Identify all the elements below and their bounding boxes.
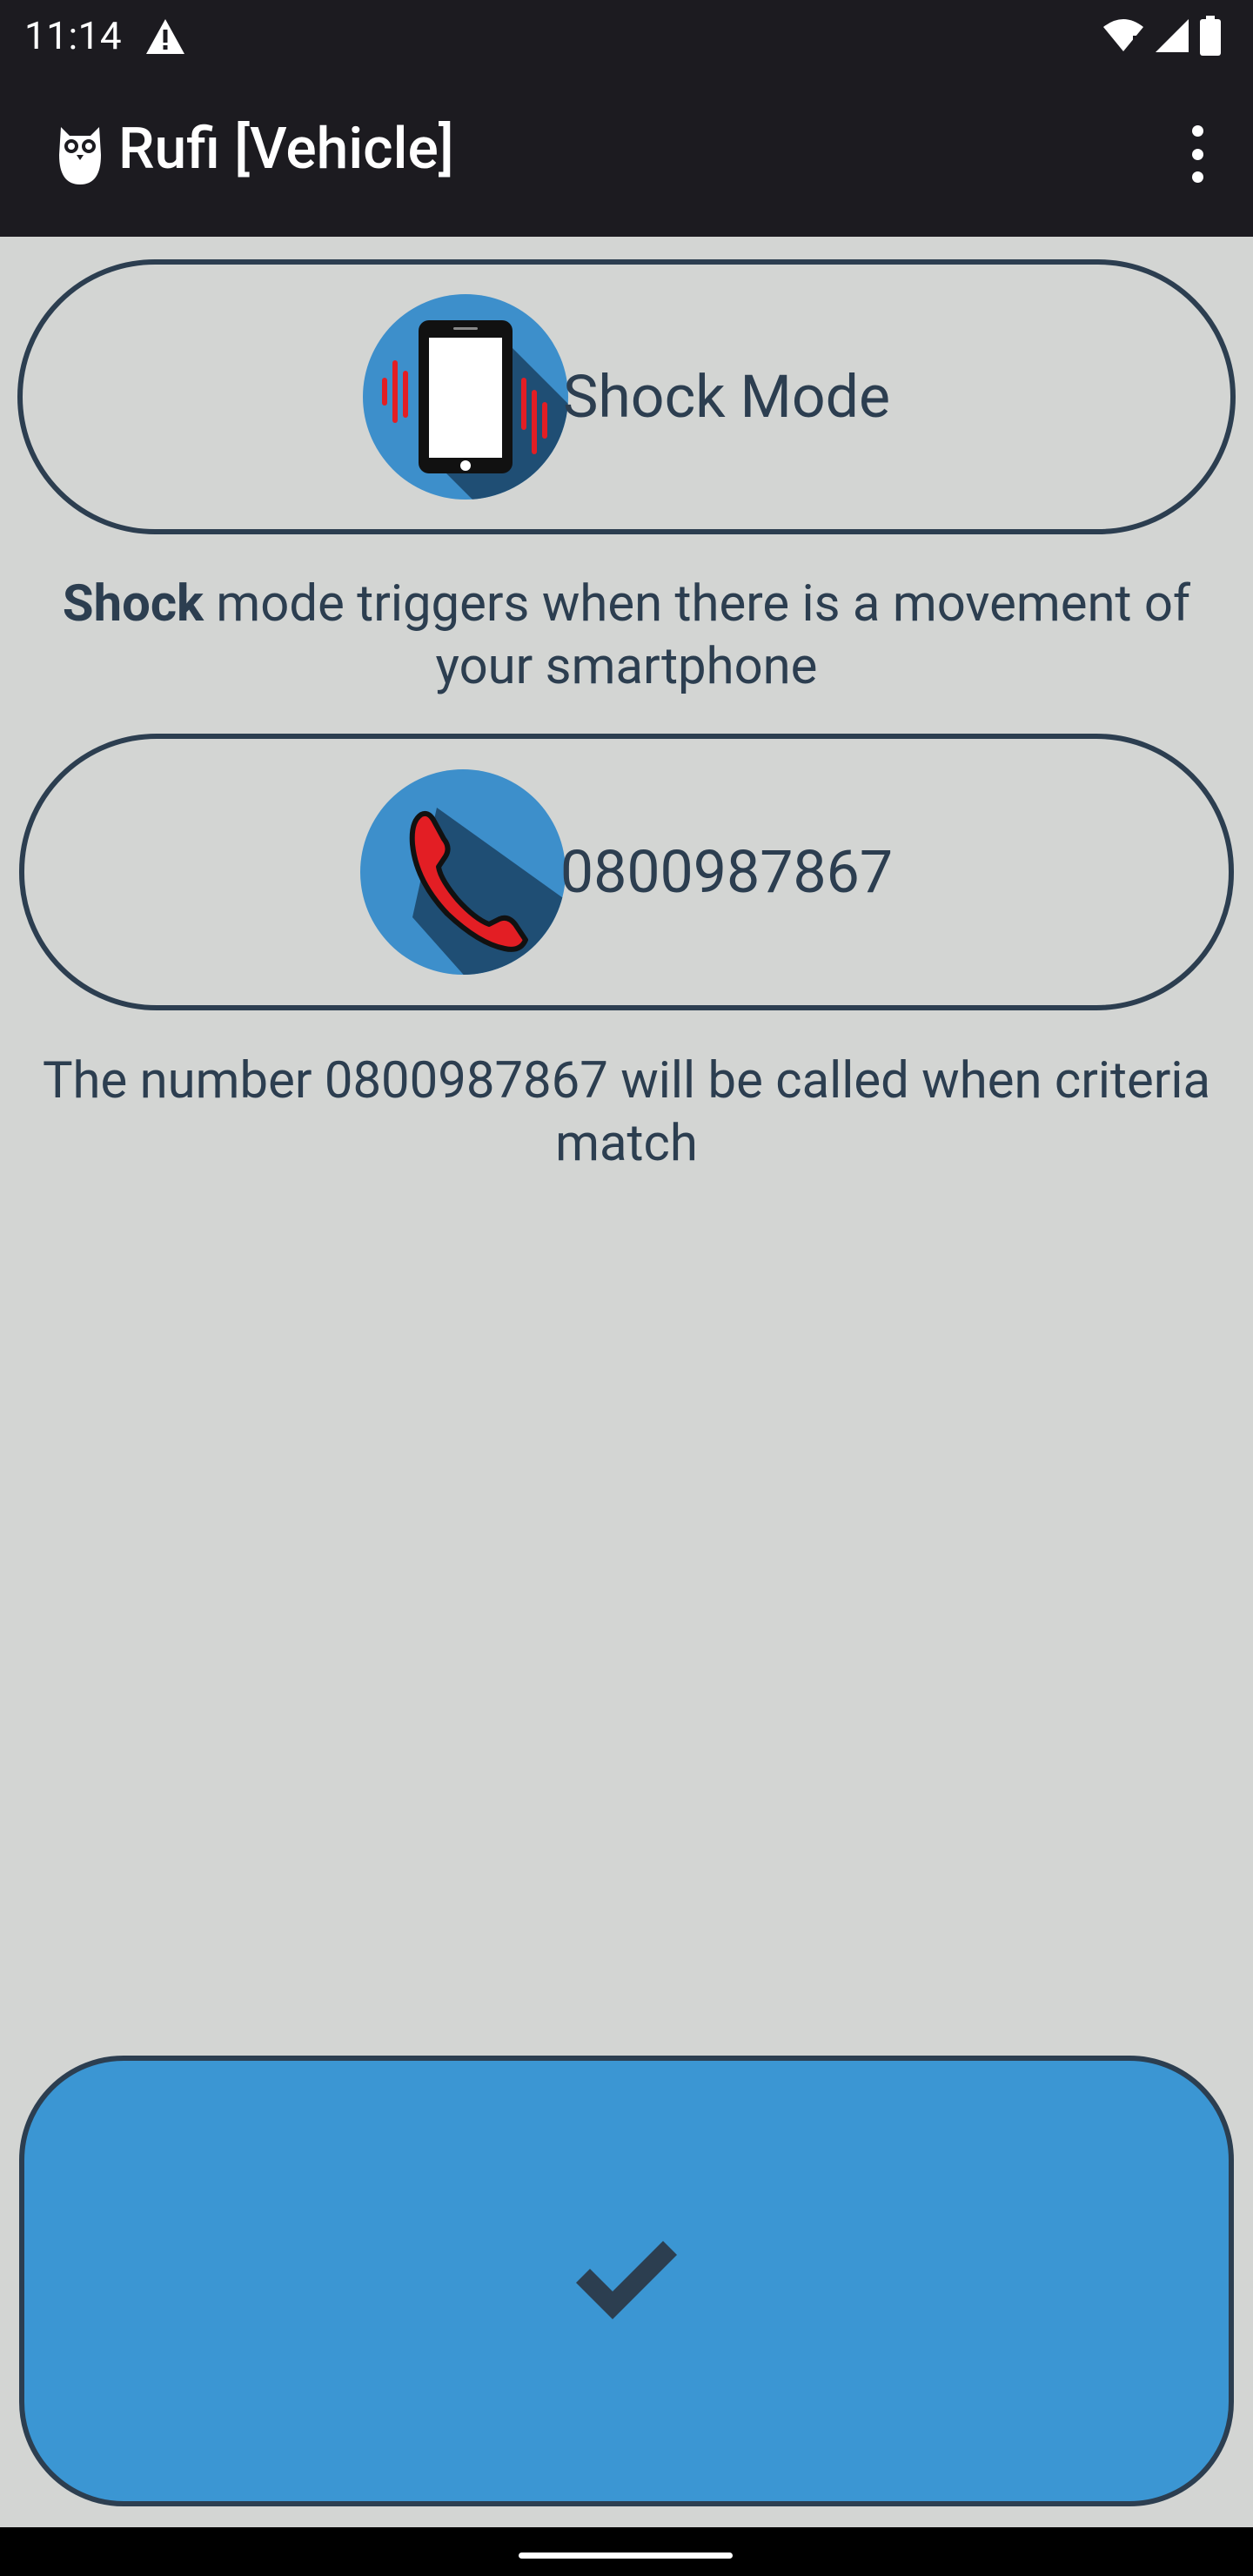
phone-number-content: 0800987867	[359, 769, 894, 975]
status-bar: 11:14	[0, 0, 1253, 71]
menu-dot	[1191, 148, 1203, 160]
checkmark-icon	[576, 2241, 677, 2319]
mode-label: Shock Mode	[562, 362, 891, 432]
status-icons	[1102, 14, 1222, 57]
menu-dot	[1191, 171, 1203, 183]
status-time: 11:14	[24, 13, 123, 58]
confirm-button[interactable]	[19, 2056, 1234, 2506]
app-bar: Rufi [Vehicle]	[0, 71, 1253, 237]
owl-icon	[59, 127, 101, 184]
home-gesture-handle[interactable]	[519, 2553, 733, 2559]
signal-icon	[1156, 19, 1189, 52]
alert-icon	[146, 19, 184, 54]
mode-description-bold: Shock	[62, 574, 204, 634]
menu-dot	[1191, 125, 1203, 137]
phone-description: The number 0800987867 will be called whe…	[42, 1051, 1211, 1173]
phone-number-label: 0800987867	[559, 837, 894, 907]
phone-number-button[interactable]: 0800987867	[19, 734, 1234, 1010]
app-title: Rufi [Vehicle]	[118, 116, 454, 183]
phone-call-icon	[359, 769, 566, 975]
navigation-bar	[0, 2527, 1253, 2576]
wifi-icon	[1103, 19, 1143, 51]
mode-selector-content: Shock Mode	[362, 294, 891, 500]
battery-icon	[1200, 16, 1221, 56]
more-vert-icon[interactable]	[1185, 125, 1209, 183]
vibrating-phone-icon	[362, 294, 568, 500]
mode-description-text: mode triggers when there is a movement o…	[204, 574, 1191, 696]
mode-description: Shock mode triggers when there is a move…	[17, 573, 1236, 698]
mode-selector-button[interactable]: Shock Mode	[17, 259, 1236, 534]
